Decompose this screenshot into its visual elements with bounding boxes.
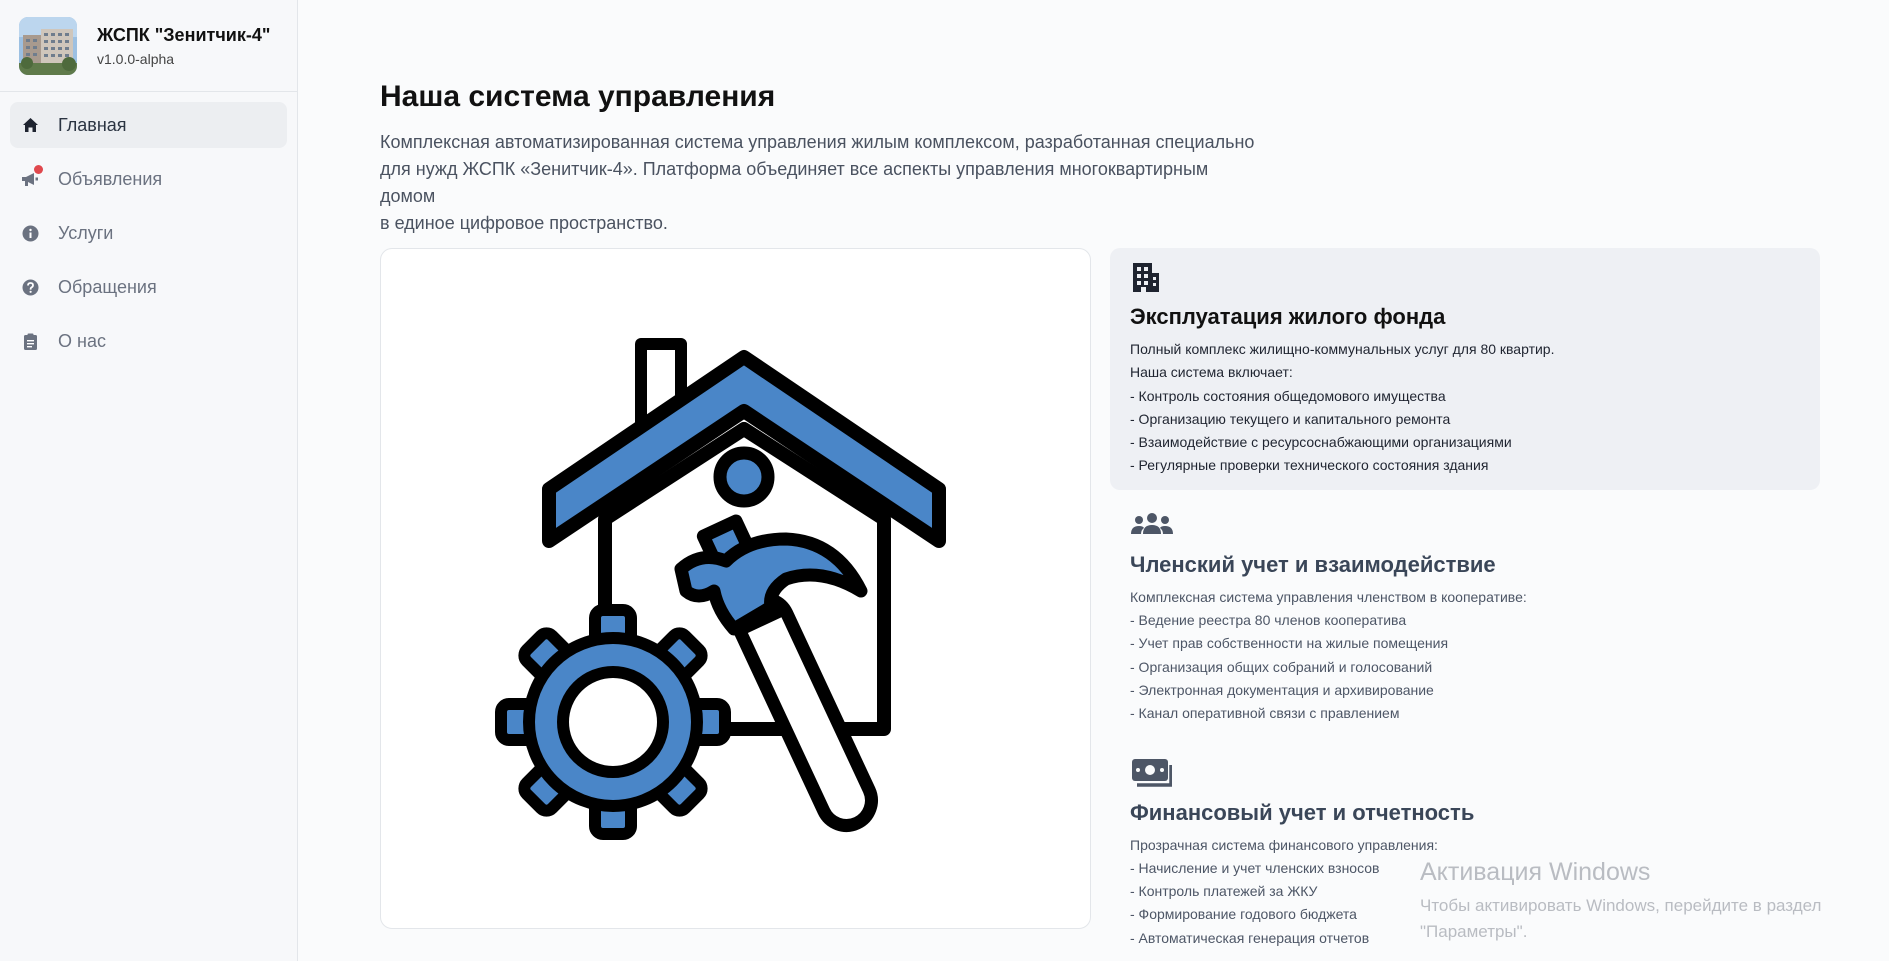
feature-title: Членский учет и взаимодействие bbox=[1130, 551, 1496, 577]
sidebar-item-label: Обращения bbox=[58, 276, 157, 297]
sidebar: ЖСПК "Зенитчик-4" v1.0.0-alpha Главная О… bbox=[0, 0, 298, 961]
feature-description: Комплексная система управления членством… bbox=[1130, 586, 1800, 726]
money-icon bbox=[1130, 754, 1800, 792]
feature-line: - Контроль платежей за ЖКУ bbox=[1130, 883, 1318, 900]
feature-finance[interactable]: Финансовый учет и отчетность Прозрачная … bbox=[1110, 744, 1820, 961]
sidebar-item-requests[interactable]: Обращения bbox=[10, 264, 287, 310]
question-icon bbox=[21, 278, 39, 296]
page-title: Наша система управления bbox=[380, 80, 776, 113]
brand-logo bbox=[19, 16, 77, 75]
intro-line: в единое цифровое пространство. bbox=[380, 213, 668, 233]
feature-membership[interactable]: Членский учет и взаимодействие Комплексн… bbox=[1110, 496, 1820, 738]
feature-line: Комплексная система управления членством… bbox=[1130, 588, 1527, 605]
intro-line: Комплексная автоматизированная система у… bbox=[380, 132, 1255, 152]
feature-line: - Контроль состояния общедомового имущес… bbox=[1130, 387, 1446, 404]
feature-line: - Организация общих собраний и голосован… bbox=[1130, 658, 1433, 675]
feature-description: Полный комплекс жилищно-коммунальных усл… bbox=[1130, 338, 1800, 478]
sidebar-item-announcements[interactable]: Объявления bbox=[10, 156, 287, 202]
features-list: Эксплуатация жилого фонда Полный комплек… bbox=[1110, 248, 1820, 961]
sidebar-item-about[interactable]: О нас bbox=[10, 318, 287, 364]
feature-title: Эксплуатация жилого фонда bbox=[1130, 304, 1446, 329]
sidebar-item-label: Услуги bbox=[58, 222, 114, 243]
feature-line: - Начисление и учет членских взносов bbox=[1130, 859, 1380, 876]
brand-header[interactable]: ЖСПК "Зенитчик-4" v1.0.0-alpha bbox=[0, 0, 297, 92]
illustration-card bbox=[380, 248, 1091, 929]
brand-title: ЖСПК "Зенитчик-4" bbox=[97, 24, 271, 45]
users-icon bbox=[1130, 506, 1800, 544]
home-icon bbox=[21, 116, 39, 134]
sidebar-item-label: Главная bbox=[58, 114, 127, 135]
notification-dot bbox=[34, 165, 43, 174]
sidebar-item-services[interactable]: Услуги bbox=[10, 210, 287, 256]
feature-line: - Учет прав собственности на жилые помещ… bbox=[1130, 635, 1449, 652]
intro-line: для нужд ЖСПК «Зенитчик-4». Платформа об… bbox=[380, 159, 1209, 206]
sidebar-item-home[interactable]: Главная bbox=[10, 102, 287, 148]
feature-line: - Автоматическая генерация отчетов bbox=[1130, 929, 1370, 946]
building-icon bbox=[1130, 258, 1800, 296]
info-icon bbox=[21, 224, 39, 242]
feature-housing-operation[interactable]: Эксплуатация жилого фонда Полный комплек… bbox=[1110, 248, 1820, 490]
house-repair-icon bbox=[494, 337, 946, 840]
sidebar-nav: Главная Объявления Услуги Обращения О на… bbox=[0, 92, 297, 382]
feature-title: Финансовый учет и отчетность bbox=[1130, 799, 1475, 825]
feature-line: - Формирование годового бюджета bbox=[1130, 906, 1357, 923]
app-version: v1.0.0-alpha bbox=[97, 50, 175, 67]
feature-line: - Организацию текущего и капитального ре… bbox=[1130, 410, 1451, 427]
megaphone-icon bbox=[21, 165, 43, 188]
feature-line: Полный комплекс жилищно-коммунальных усл… bbox=[1130, 341, 1555, 357]
feature-description: Прозрачная система финансового управлени… bbox=[1130, 834, 1800, 950]
sidebar-item-label: Объявления bbox=[58, 168, 163, 189]
sidebar-item-label: О нас bbox=[58, 330, 106, 351]
feature-line: - Регулярные проверки технического состо… bbox=[1130, 457, 1489, 474]
feature-line: - Ведение реестра 80 членов кооператива bbox=[1130, 612, 1407, 629]
clipboard-icon bbox=[21, 332, 39, 350]
feature-line: Наша система включает: bbox=[1130, 364, 1293, 381]
feature-line: - Канал оперативной связи с правлением bbox=[1130, 705, 1400, 722]
feature-line: Прозрачная система финансового управлени… bbox=[1130, 836, 1438, 853]
feature-line: - Взаимодействие с ресурсоснабжающими ор… bbox=[1130, 434, 1512, 451]
feature-line: - Электронная документация и архивирован… bbox=[1130, 681, 1434, 698]
intro-text: Комплексная автоматизированная система у… bbox=[380, 129, 1260, 237]
